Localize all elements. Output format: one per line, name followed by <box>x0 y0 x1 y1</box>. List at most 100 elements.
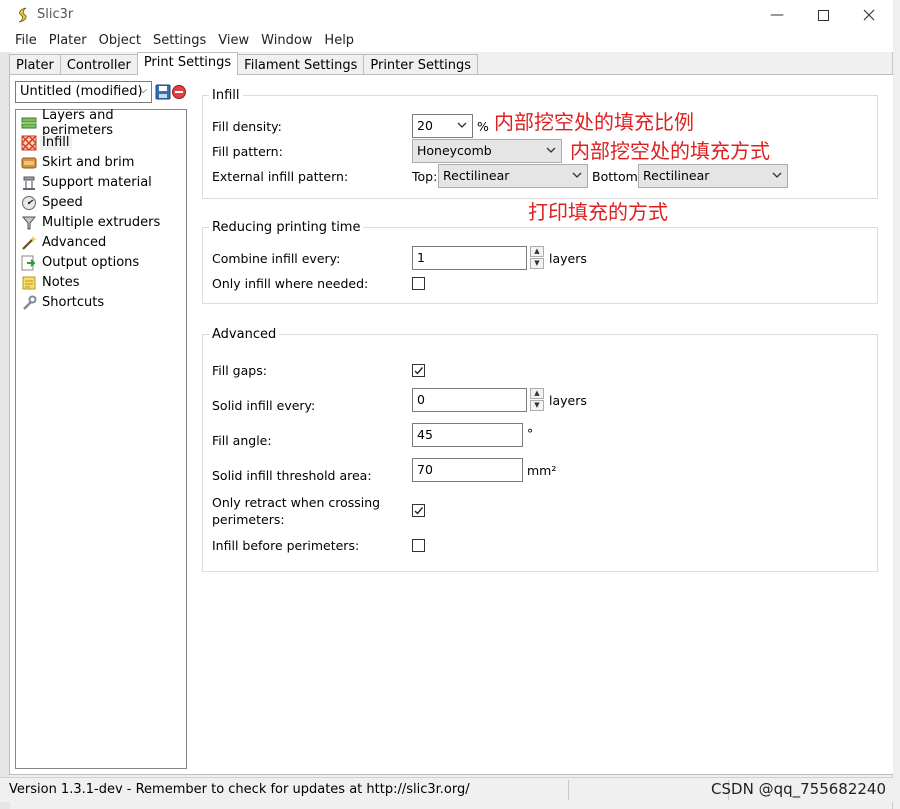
menu-settings[interactable]: Settings <box>147 30 212 52</box>
chevron-down-icon: ⌵ <box>139 85 147 96</box>
chevron-down-icon <box>772 172 782 178</box>
only-retract-label-line1: Only retract when crossing <box>212 495 381 510</box>
tree-item-output[interactable]: Output options <box>21 253 139 272</box>
spin-down-icon[interactable]: ▼ <box>530 258 544 269</box>
settings-category-tree: Layers and perimeters Infill Skirt and b… <box>15 108 187 769</box>
tree-item-shortcuts[interactable]: Shortcuts <box>21 293 104 312</box>
skirt-icon <box>21 155 37 171</box>
solid-threshold-label: Solid infill threshold area: <box>212 468 372 483</box>
title-bar: Slic3r — <box>0 0 893 30</box>
tree-item-notes[interactable]: Notes <box>21 273 80 292</box>
delete-preset-icon[interactable] <box>172 85 186 99</box>
solid-infill-unit: layers <box>549 393 587 408</box>
tree-item-layers[interactable]: Layers and perimeters <box>21 108 186 138</box>
fill-gaps-checkbox[interactable] <box>412 364 425 377</box>
fill-pattern-label: Fill pattern: <box>212 144 283 159</box>
fill-density-unit: % <box>477 119 489 134</box>
desktop-background <box>893 0 900 809</box>
layers-icon <box>21 115 37 131</box>
tree-item-extruders[interactable]: Multiple extruders <box>21 213 160 232</box>
main-tabs: Plater Controller Print Settings Filamen… <box>9 52 479 75</box>
only-retract-label-line2: perimeters: <box>212 512 285 527</box>
tab-controller[interactable]: Controller <box>59 54 138 75</box>
note-icon <box>21 275 37 291</box>
slic3r-logo-icon <box>18 7 27 23</box>
tab-printer-settings[interactable]: Printer Settings <box>363 54 479 75</box>
wrench-icon <box>21 295 37 311</box>
combine-infill-label: Combine infill every: <box>212 251 341 266</box>
window-title: Slic3r <box>37 7 74 22</box>
menu-bar: File Plater Object Settings View Window … <box>0 30 893 52</box>
external-infill-label: External infill pattern: <box>212 169 349 184</box>
bottom-infill-pattern-combo[interactable]: Rectilinear <box>638 164 788 188</box>
infill-icon <box>21 135 37 151</box>
solid-infill-every-label: Solid infill every: <box>212 398 316 413</box>
save-preset-icon[interactable] <box>155 84 171 100</box>
speed-icon <box>21 195 37 211</box>
tree-item-infill[interactable]: Infill <box>21 133 72 152</box>
checkmark-icon <box>414 507 424 515</box>
menu-plater[interactable]: Plater <box>43 30 93 52</box>
menu-view[interactable]: View <box>212 30 255 52</box>
menu-window[interactable]: Window <box>255 30 318 52</box>
menu-help[interactable]: Help <box>318 30 360 52</box>
minimize-icon: — <box>770 7 784 23</box>
infill-before-perimeters-checkbox[interactable] <box>412 539 425 552</box>
funnel-icon <box>21 215 37 231</box>
wand-icon <box>21 235 37 251</box>
maximize-icon <box>817 9 829 21</box>
solid-infill-every-input[interactable]: 0 <box>412 388 527 412</box>
fill-angle-unit: ° <box>527 426 534 441</box>
fill-density-combo[interactable]: 20 <box>412 114 473 138</box>
spin-up-icon[interactable]: ▲ <box>530 388 544 399</box>
combine-infill-spinner[interactable]: ▲ ▼ <box>530 246 544 270</box>
preset-dropdown[interactable]: Untitled (modified) ⌵ <box>15 81 152 103</box>
checkmark-icon <box>414 367 424 375</box>
reducing-group-title: Reducing printing time <box>209 220 364 235</box>
spin-up-icon[interactable]: ▲ <box>530 246 544 257</box>
chevron-down-icon <box>572 172 582 178</box>
tree-item-skirt[interactable]: Skirt and brim <box>21 153 134 172</box>
annotation-external-infill: 打印填充的方式 <box>528 200 668 224</box>
menu-object[interactable]: Object <box>93 30 147 52</box>
support-icon <box>21 175 37 191</box>
fill-gaps-label: Fill gaps: <box>212 363 267 378</box>
infill-group-title: Infill <box>209 88 243 103</box>
annotation-fill-pattern: 内部挖空处的填充方式 <box>570 139 770 163</box>
menu-file[interactable]: File <box>9 30 43 52</box>
tab-plater[interactable]: Plater <box>9 54 61 75</box>
annotation-fill-density: 内部挖空处的填充比例 <box>494 110 694 134</box>
combine-infill-input[interactable]: 1 <box>412 246 527 270</box>
watermark: CSDN @qq_755682240 <box>711 780 886 798</box>
maximize-button[interactable] <box>800 0 846 30</box>
close-icon <box>863 9 875 21</box>
tab-filament-settings[interactable]: Filament Settings <box>237 54 365 75</box>
close-button[interactable] <box>846 0 892 30</box>
solid-infill-spinner[interactable]: ▲ ▼ <box>530 388 544 412</box>
output-icon <box>21 255 37 271</box>
tab-print-settings[interactable]: Print Settings <box>136 52 239 75</box>
top-infill-pattern-combo[interactable]: Rectilinear <box>438 164 588 188</box>
app-window: Slic3r — File Plater Object Settings Vie… <box>0 0 894 809</box>
preset-value: Untitled (modified) <box>20 84 143 99</box>
fill-density-label: Fill density: <box>212 119 282 134</box>
tree-item-advanced[interactable]: Advanced <box>21 233 106 252</box>
only-infill-needed-checkbox[interactable] <box>412 277 425 290</box>
solid-threshold-input[interactable]: 70 <box>412 458 523 482</box>
only-retract-checkbox[interactable] <box>412 504 425 517</box>
fill-pattern-combo[interactable]: Honeycomb <box>412 139 562 163</box>
infill-before-perimeters-label: Infill before perimeters: <box>212 538 360 553</box>
solid-threshold-unit: mm² <box>527 463 557 478</box>
only-infill-needed-label: Only infill where needed: <box>212 276 369 291</box>
tree-item-speed[interactable]: Speed <box>21 193 83 212</box>
chevron-down-icon <box>546 147 556 153</box>
tree-item-support[interactable]: Support material <box>21 173 152 192</box>
chevron-down-icon <box>457 122 467 128</box>
fill-angle-input[interactable]: 45 <box>412 423 523 447</box>
spin-down-icon[interactable]: ▼ <box>530 400 544 411</box>
status-text: Version 1.3.1-dev - Remember to check fo… <box>9 782 470 797</box>
minimize-button[interactable]: — <box>754 0 800 30</box>
bottom-pattern-label: Bottom: <box>592 169 643 184</box>
combine-infill-unit: layers <box>549 251 587 266</box>
fill-angle-label: Fill angle: <box>212 433 272 448</box>
